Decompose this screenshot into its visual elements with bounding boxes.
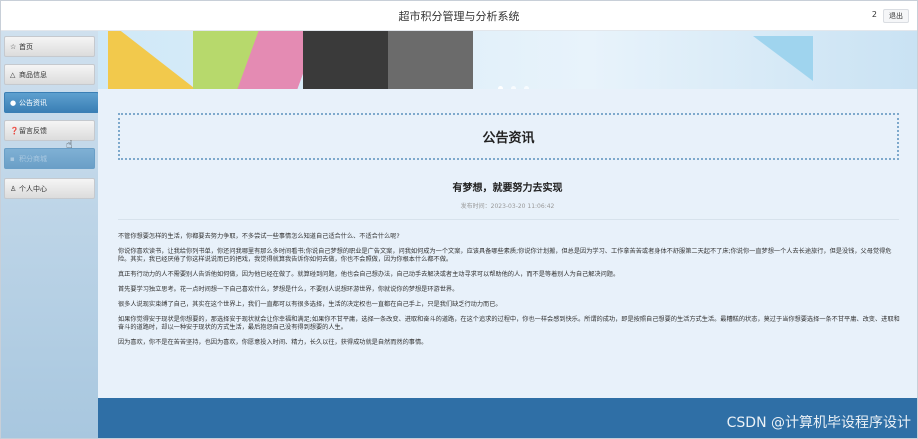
sidebar-item-points-mall[interactable]: ▪ 积分商城 (4, 148, 95, 169)
sidebar-item-label: 商品信息 (19, 70, 47, 79)
publish-time: 发布时间：2023-03-20 11:06:42 (460, 203, 555, 210)
user-icon: ♙ (10, 185, 17, 193)
banner-shape (388, 31, 473, 89)
circle-icon: ● (10, 99, 17, 107)
user-id: 2 (871, 10, 877, 19)
main-content: 公告资讯 有梦想，就要努力去实现 发布时间：2023-03-20 11:06:4… (98, 31, 917, 438)
article-body: 不管你想要怎样的生活，你都要去努力争取，不多尝试一些事情怎么知道自己适合什么、不… (118, 233, 902, 354)
header: 超市积分管理与分析系统 2 退出 (1, 1, 917, 31)
sidebar-item-label: 留言反馈 (19, 126, 47, 135)
carousel-dots (498, 76, 532, 89)
bag-icon: △ (10, 71, 16, 79)
footer-bar: CSDN @计算机毕设程序设计 (98, 398, 917, 438)
sidebar-item-label: 首页 (19, 42, 33, 51)
divider (118, 219, 899, 220)
banner-shape (753, 36, 813, 81)
sidebar-item-label: 个人中心 (19, 184, 47, 193)
section-title: 公告资讯 (118, 113, 899, 160)
gift-icon: ▪ (10, 155, 15, 163)
sidebar-item-products[interactable]: △ 商品信息 (4, 64, 95, 85)
logout-button[interactable]: 退出 (883, 9, 909, 23)
carousel-dot[interactable] (511, 86, 517, 89)
paragraph: 不管你想要怎样的生活，你都要去努力争取，不多尝试一些事情怎么知道自己适合什么、不… (118, 233, 400, 240)
sidebar-item-profile[interactable]: ♙ 个人中心 (4, 178, 95, 199)
sidebar: ☆ 首页 △ 商品信息 ● 公告资讯 ❓ 留言反馈 ▪ 积分商城 ♙ 个人中心 (1, 31, 99, 438)
sidebar-item-home[interactable]: ☆ 首页 (4, 36, 95, 57)
paragraph: 首先要学习独立思考。花一点时间想一下自己喜欢什么，梦想是什么，不要别人说想环游世… (118, 286, 459, 293)
paragraph: 你说你喜欢读书，让我给你列书单，你还问我哪里有那么多时间看书;你说自己梦想的职业… (118, 248, 892, 263)
watermark: CSDN @计算机毕设程序设计 (726, 415, 911, 431)
sidebar-item-label: 积分商城 (19, 154, 47, 163)
paragraph: 如果你觉得安于现状是你想要的，那选择安于现状就会让你幸福和满足;如果你不甘平庸，… (118, 316, 900, 331)
sidebar-item-announcements[interactable]: ● 公告资讯 (4, 92, 99, 113)
sidebar-item-feedback[interactable]: ❓ 留言反馈 (4, 120, 95, 141)
star-icon: ☆ (10, 43, 17, 51)
paragraph: 因为喜欢，你不是在苦苦坚持，也因为喜欢，你愿意投入时间、精力，长久以往，获得成功… (118, 339, 428, 346)
mouse-pointer-icon: ☝ (66, 138, 73, 151)
banner-shape (108, 31, 198, 89)
article-title: 有梦想，就要努力去实现 (452, 183, 563, 194)
banner-carousel[interactable] (98, 31, 917, 89)
carousel-dot[interactable] (498, 86, 503, 89)
paragraph: 真正有行动力的人不需要别人告诉他如何做，因为他已经在做了。就算碰到问题，他也会自… (118, 271, 620, 278)
app-title: 超市积分管理与分析系统 (398, 10, 520, 23)
help-icon: ❓ (10, 127, 19, 135)
sidebar-item-label: 公告资讯 (19, 98, 47, 107)
paragraph: 很多人说现实束缚了自己，其实在这个世界上，我们一直都可以有很多选择，生活的决定权… (118, 301, 502, 308)
carousel-dot[interactable] (524, 86, 530, 89)
